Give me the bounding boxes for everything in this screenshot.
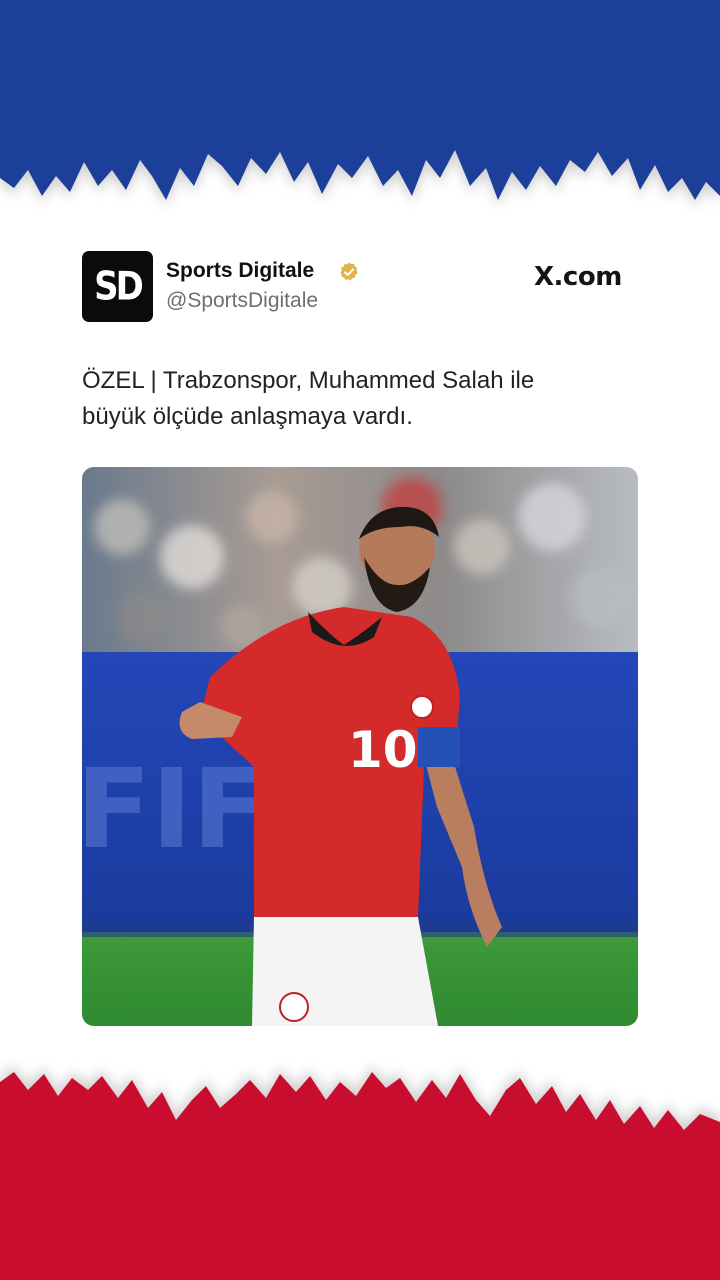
account-handle[interactable]: @SportsDigitale <box>166 289 318 313</box>
bottom-red-torn-band <box>0 1072 720 1280</box>
account-avatar[interactable]: SD <box>82 251 153 322</box>
verified-badge-icon <box>340 262 358 281</box>
post-text-line-2: büyük ölçüde anlaşmaya vardı. <box>82 403 413 430</box>
post-text-line-1: ÖZEL | Trabzonspor, Muhammed Salah ile <box>82 367 535 394</box>
post-photo[interactable]: FIFA 10 <box>82 467 638 1026</box>
photo-jersey-number: 10 <box>348 721 418 779</box>
post-text: ÖZEL | Trabzonspor, Muhammed Salah ile b… <box>82 363 642 435</box>
x-logo-icon: X.com <box>534 262 622 292</box>
top-blue-torn-band <box>0 0 720 200</box>
avatar-logo-text: SD <box>94 263 144 310</box>
account-name[interactable]: Sports Digitale <box>166 259 314 283</box>
